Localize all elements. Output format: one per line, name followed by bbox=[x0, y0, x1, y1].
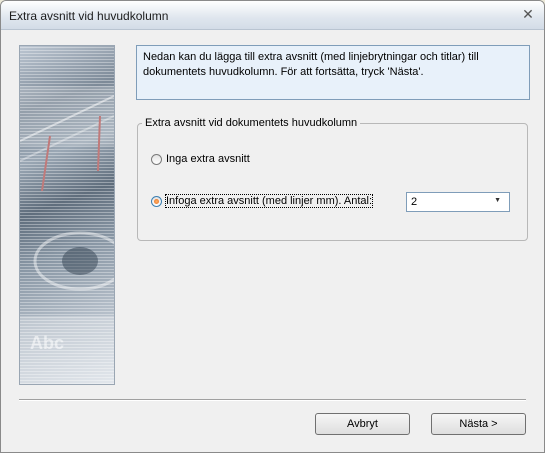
radio-insert-extra-sections[interactable]: Infoga extra avsnitt (med linjer mm). An… bbox=[151, 194, 374, 208]
cancel-button-label: Avbryt bbox=[347, 418, 378, 430]
next-button[interactable]: Nästa > bbox=[431, 413, 526, 435]
title-bar[interactable]: Extra avsnitt vid huvudkolumn ✕ bbox=[1, 1, 544, 30]
info-text: Nedan kan du lägga till extra avsnitt (m… bbox=[143, 51, 479, 78]
dialog-window: Extra avsnitt vid huvudkolumn ✕ Abc Neda… bbox=[0, 0, 545, 453]
dropdown-value: 2 bbox=[411, 196, 418, 208]
cancel-button[interactable]: Avbryt bbox=[315, 413, 410, 435]
radio-label: Infoga extra avsnitt (med linjer mm). An… bbox=[164, 194, 374, 208]
window-title: Extra avsnitt vid huvudkolumn bbox=[9, 9, 169, 23]
wizard-side-image: Abc bbox=[19, 45, 115, 385]
section-count-dropdown[interactable]: 2 ▼ bbox=[406, 192, 510, 212]
radio-no-extra-sections[interactable]: Inga extra avsnitt bbox=[151, 153, 250, 165]
next-button-label: Nästa > bbox=[459, 418, 498, 430]
radio-button-selected[interactable] bbox=[151, 195, 162, 207]
close-icon[interactable]: ✕ bbox=[520, 7, 536, 23]
side-image-abc-text: Abc bbox=[30, 333, 65, 353]
radio-button-unselected[interactable] bbox=[151, 153, 162, 165]
group-legend: Extra avsnitt vid dokumentets huvudkolum… bbox=[142, 117, 361, 129]
section-options-group bbox=[137, 123, 528, 241]
footer-divider bbox=[19, 399, 526, 401]
radio-label: Inga extra avsnitt bbox=[166, 153, 250, 165]
chevron-down-icon[interactable]: ▼ bbox=[494, 197, 501, 204]
info-panel: Nedan kan du lägga till extra avsnitt (m… bbox=[136, 45, 530, 100]
